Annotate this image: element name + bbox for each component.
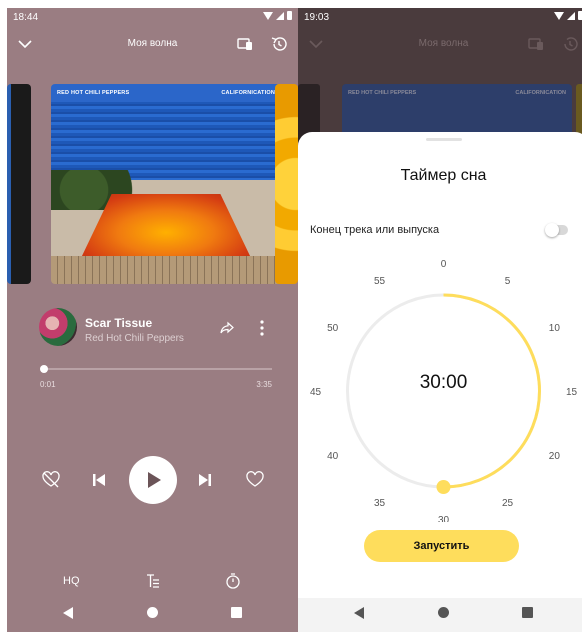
history-icon[interactable] [269,34,289,54]
more-vertical-icon[interactable] [257,319,267,337]
track-title: Scar Tissue [85,316,153,330]
status-time: 18:44 [13,12,39,23]
previous-cover[interactable] [7,84,31,284]
dial-label[interactable]: 30 [438,515,450,522]
signal-icon [276,11,284,20]
dislike-icon[interactable] [41,470,61,490]
battery-icon [287,11,292,20]
signal-icon [567,11,575,20]
next-cover[interactable] [275,84,298,284]
timer-dial[interactable]: 0510152025303540455055 [298,132,582,522]
share-icon[interactable] [219,320,235,336]
dial-label[interactable]: 5 [505,276,511,287]
status-bar: 18:44 [7,8,298,26]
dial-label[interactable]: 10 [549,323,561,334]
dial-label[interactable]: 35 [374,498,386,509]
recents-icon[interactable] [522,607,533,618]
dial-label[interactable]: 0 [441,259,447,270]
dial-knob[interactable] [436,480,451,494]
history-icon [564,37,578,51]
cover-band-text: RED HOT CHILI PEPPERS [348,90,417,96]
home-icon[interactable] [147,607,158,618]
system-navbar [7,598,298,632]
player-screen: 18:44 Моя волна RED HOT CHILI PEPPERS CA… [7,8,298,632]
track-info: Scar Tissue Red Hot Chili Peppers [39,308,298,348]
artist-avatar[interactable] [39,308,77,346]
sleep-timer-screen: 19:03 Моя волна RED HOT CHILI PEPPERS CA… [298,8,582,632]
dial-label[interactable]: 25 [502,498,514,509]
home-icon[interactable] [438,607,449,618]
wifi-icon [263,11,273,20]
cover-album-text: CALIFORNICATION [515,90,566,96]
back-icon[interactable] [63,607,73,619]
playback-controls [7,456,298,506]
recents-icon[interactable] [231,607,242,618]
system-navbar [298,598,582,632]
progress-bar[interactable] [40,365,272,373]
current-time: 0:01 [40,380,56,389]
quality-button[interactable]: HQ [63,575,80,587]
track-artist[interactable]: Red Hot Chili Peppers [85,333,184,344]
cover-band-text: RED HOT CHILI PEPPERS [57,90,130,96]
like-icon[interactable] [245,470,265,490]
player-tools: HQ [7,572,298,592]
previous-track-icon[interactable] [89,470,109,490]
timer-value: 30:00 [419,372,468,393]
sleep-timer-icon[interactable] [225,572,241,590]
progress-knob[interactable] [40,365,49,373]
play-icon [148,472,161,488]
total-time: 3:35 [256,380,272,389]
status-time: 19:03 [304,12,330,23]
player-header: Моя волна [7,34,298,54]
cover-album-text: CALIFORNICATION [221,90,275,96]
next-track-icon[interactable] [195,470,215,490]
album-cover: RED HOT CHILI PEPPERS CALIFORNICATION [51,84,281,284]
wifi-icon [554,11,564,20]
lyrics-icon[interactable] [145,573,161,589]
battery-icon [578,11,582,20]
cast-device-icon[interactable] [235,34,255,54]
start-button[interactable]: Запустить [364,530,519,562]
dial-label[interactable]: 50 [327,323,339,334]
dial-label[interactable]: 40 [327,451,339,462]
sleep-timer-sheet: Таймер сна Конец трека или выпуска 0 5 10 1… [298,132,582,598]
back-icon[interactable] [354,607,364,619]
cast-device-icon [528,38,543,50]
dial-label[interactable]: 20 [549,451,561,462]
status-bar: 19:03 [298,8,582,26]
dial-label[interactable]: 55 [374,276,386,287]
play-button[interactable] [129,456,177,504]
